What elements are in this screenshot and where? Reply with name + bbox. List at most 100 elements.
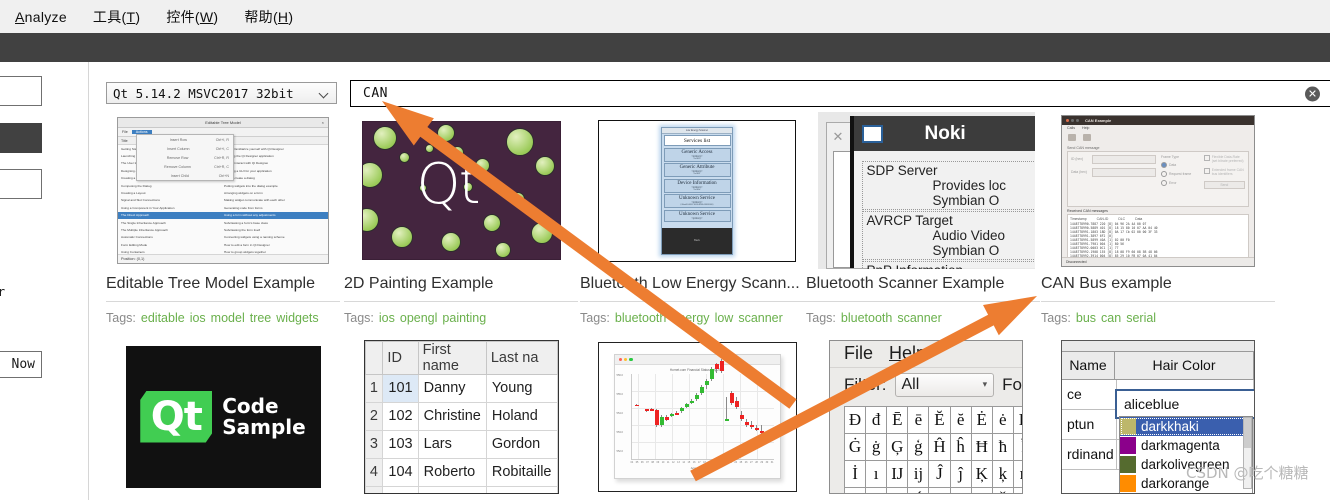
tag-opengl[interactable]: opengl [400, 311, 438, 325]
table-cell[interactable]: 104 [382, 457, 419, 487]
charmap-glyph-cell[interactable]: Ĩ [1013, 433, 1022, 461]
context-menu-item[interactable]: Insert Row Ctrl+I, R [137, 135, 233, 144]
example-card-candlestick[interactable]: Hornet.com Financial Status July 2015 55… [580, 338, 814, 495]
table-cell[interactable]: Maria [417, 485, 487, 493]
charmap-glyph-cell[interactable]: Ĳ [887, 460, 909, 488]
charmap-menu-file[interactable]: File [844, 343, 873, 364]
close-icon[interactable]: ✕ [833, 129, 844, 145]
table-column-header[interactable]: Last na [485, 340, 558, 375]
qt-kit-selector[interactable]: Qt 5.14.2 MSVC2017 32bit [106, 82, 337, 104]
minimize-dot-icon[interactable] [623, 357, 628, 362]
clear-search-icon[interactable]: ✕ [1305, 86, 1320, 101]
charmap-menu-help[interactable]: Help [889, 343, 926, 364]
context-menu-item[interactable]: Remove Row Ctrl+R, R [137, 153, 233, 162]
tag-can[interactable]: can [1101, 311, 1121, 325]
table-column-header[interactable]: First name [417, 340, 487, 375]
can-send-button[interactable]: Send [1203, 180, 1245, 189]
menu-item-analyze[interactable]: Analyze [4, 5, 78, 29]
tag-widgets[interactable]: widgets [276, 311, 318, 325]
charmap-glyph-cell[interactable]: ĳ [908, 460, 930, 488]
example-card-ble-scanner[interactable]: Low Energy Scanner Services list Generic… [580, 112, 814, 325]
example-card-sql-table[interactable]: ID First name Last na 1 101 Danny Young 2 102 Ch… [344, 338, 578, 495]
hair-color-option[interactable]: darkkhaki [1120, 416, 1252, 436]
charmap-glyph-cell[interactable]: Ĵ [929, 460, 951, 488]
tag-bluetooth[interactable]: bluetooth [615, 311, 666, 325]
table-cell[interactable]: 1 [364, 373, 384, 403]
hair-name-cell[interactable]: rdinand [1062, 439, 1118, 470]
charmap-glyph-cell[interactable]: ĸ [1013, 460, 1022, 488]
charmap-glyph-cell[interactable]: ņ [971, 487, 993, 493]
can-data-input[interactable] [1092, 167, 1156, 177]
table-cell[interactable]: 103 [382, 429, 419, 459]
can-checkbox-ext[interactable] [1203, 167, 1210, 174]
tag-serial[interactable]: serial [1126, 311, 1156, 325]
bt-service-entry[interactable]: PnP Information [861, 261, 1035, 269]
context-menu-item[interactable]: Insert Column Ctrl+I, C [137, 144, 233, 153]
scrollbar-thumb[interactable] [1244, 417, 1251, 448]
charmap-glyph-cell[interactable]: đ [866, 406, 888, 434]
tag-low[interactable]: low [715, 311, 734, 325]
can-checkbox-fd[interactable] [1203, 154, 1210, 161]
charmap-glyph-cell[interactable]: Ġ [845, 433, 867, 461]
sidebar-action-button[interactable]: Now [0, 351, 42, 378]
hair-color-option[interactable]: darkmagenta [1120, 436, 1252, 455]
charmap-glyph-cell[interactable]: ħ [992, 433, 1014, 461]
tree-model-row[interactable]: Using a Component in Your Application Gen… [118, 204, 328, 211]
table-row[interactable]: 3 103 Lars Gordon [364, 429, 558, 459]
close-dot-icon[interactable] [618, 357, 622, 362]
tree-model-context-menu[interactable]: Insert Row Ctrl+I, R Insert Column Ctrl+I, … [136, 134, 234, 181]
tree-model-row[interactable]: Creating a Layout Arranging widgets on a … [118, 189, 328, 196]
can-menu-calls[interactable]: Calls [1067, 126, 1075, 130]
bt-service-entry[interactable]: AVRCP Target Audio Video Symbian O [861, 211, 1035, 260]
menu-item-help[interactable]: 帮助(H) [233, 3, 304, 31]
ble-back-button[interactable]: Back [662, 227, 732, 254]
tree-model-row[interactable]: Automatic Connections Connecting widgets … [118, 234, 328, 241]
charmap-glyph-cell[interactable]: Ň [992, 487, 1014, 493]
table-cell[interactable]: 105 [382, 485, 419, 493]
charmap-glyph-cell[interactable]: ı [866, 460, 888, 488]
connect-icon[interactable] [1068, 134, 1076, 141]
sidebar-box-1[interactable] [0, 76, 42, 106]
hair-color-option[interactable]: darkorchid [1120, 493, 1252, 494]
charmap-glyph-cell[interactable]: Ļ [845, 487, 867, 493]
charmap-glyph-cell[interactable]: Ę [1013, 406, 1022, 434]
table-cell[interactable]: 2 [364, 401, 384, 431]
tree-model-row[interactable]: Composing the Dialog Putting widgets into… [118, 182, 328, 189]
hair-color-combo[interactable]: aliceblue [1115, 388, 1254, 419]
menu-item-widgets[interactable]: 控件(W) [155, 3, 229, 31]
charmap-glyph-cell[interactable]: ė [992, 406, 1014, 434]
charmap-filter-select[interactable]: All ▾ [894, 372, 995, 397]
tag-scanner[interactable]: scanner [738, 311, 782, 325]
tag-model[interactable]: model [211, 311, 245, 325]
charmap-glyph-cell[interactable]: Ń [908, 487, 930, 493]
can-id-input[interactable] [1092, 154, 1156, 164]
menu-item-tools[interactable]: 工具(T) [82, 3, 151, 31]
sql-table[interactable]: ID First name Last na 1 101 Danny Young 2 102 Ch… [364, 340, 558, 493]
table-cell[interactable]: 102 [382, 401, 419, 431]
charmap-glyph-cell[interactable]: Đ [845, 406, 867, 434]
charmap-glyph-cell[interactable]: İ [845, 460, 867, 488]
example-card-editable-tree-model[interactable]: Editable Tree Model × File Actions Title… [106, 112, 340, 325]
ble-service-item[interactable]: Unknown Service <primary> [663, 209, 731, 222]
charmap-glyph-cell[interactable]: ē [908, 406, 930, 434]
table-cell[interactable]: 5 [364, 485, 384, 493]
table-row[interactable]: 1 101 Danny Young [364, 373, 558, 403]
example-card-can-bus[interactable]: CAN Example Calls Help Send CAN message [1041, 112, 1275, 325]
ble-service-item[interactable]: Device Information <primary> 0x180a [663, 178, 731, 193]
table-cell[interactable]: Young [485, 373, 558, 403]
tag-tree[interactable]: tree [250, 311, 272, 325]
tag-ios[interactable]: ios [190, 311, 206, 325]
can-menu-help[interactable]: Help [1082, 126, 1089, 130]
charmap-glyph-cell[interactable]: Ņ [950, 487, 972, 493]
tag-editable[interactable]: editable [141, 311, 185, 325]
table-column-header[interactable]: ID [382, 340, 419, 375]
tree-model-menu-file[interactable]: File [118, 130, 132, 134]
table-column-header[interactable] [364, 340, 384, 375]
example-card-2d-painting[interactable]: Qt 2D Painting Example Tags: ios opengl pai… [344, 112, 578, 325]
tag-painting[interactable]: painting [442, 311, 486, 325]
ble-service-item[interactable]: Generic Access <primary> 0x1800 [663, 147, 731, 162]
charmap-glyph-cell[interactable]: ķ [992, 460, 1014, 488]
table-cell[interactable]: Roberto [417, 457, 487, 487]
hair-name-cell[interactable]: ce [1062, 379, 1118, 410]
charmap-glyph-cell[interactable]: ĕ [950, 406, 972, 434]
